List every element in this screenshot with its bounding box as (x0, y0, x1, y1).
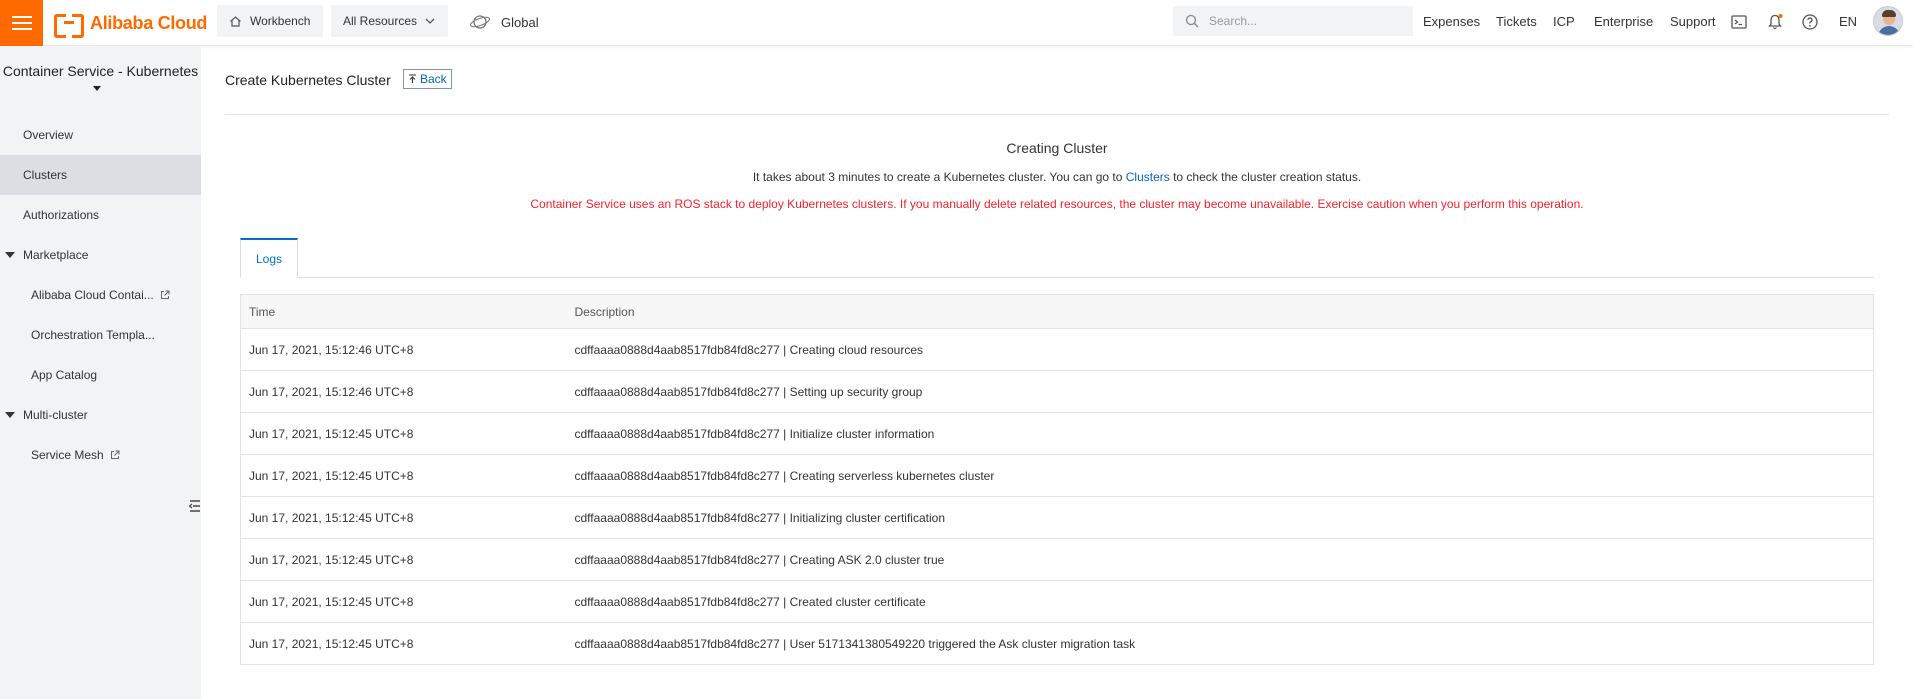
column-header-description: Description (566, 294, 1874, 329)
divider (225, 114, 1889, 115)
sidebar-item-label: Overview (23, 128, 74, 142)
table-row: Jun 17, 2021, 15:12:46 UTC+8 cdffaaaa0888… (240, 328, 1874, 371)
status-desc-text-end: to check the cluster creation status. (1169, 170, 1362, 184)
chevron-down-icon (425, 18, 435, 24)
workbench-label: Workbench (250, 14, 311, 28)
tickets-link[interactable]: Tickets (1496, 14, 1537, 29)
caret-down-icon[interactable] (93, 86, 101, 91)
sidebar-group-marketplace[interactable]: Marketplace (0, 235, 201, 275)
table-row: Jun 17, 2021, 15:12:45 UTC+8 cdffaaaa0888… (240, 496, 1874, 539)
log-time: Jun 17, 2021, 15:12:45 UTC+8 (240, 622, 567, 665)
log-time: Jun 17, 2021, 15:12:46 UTC+8 (240, 370, 567, 413)
clusters-link[interactable]: Clusters (1126, 170, 1170, 184)
all-resources-label: All Resources (343, 14, 418, 28)
table-row: Jun 17, 2021, 15:12:45 UTC+8 cdffaaaa0888… (240, 580, 1874, 623)
log-time: Jun 17, 2021, 15:12:45 UTC+8 (240, 580, 567, 623)
sidebar-item-orchestration-templates[interactable]: Orchestration Templa... (0, 315, 201, 355)
sidebar-item-alibaba-cloud-container-registry[interactable]: Alibaba Cloud Contai... (0, 275, 201, 315)
caret-down-icon (5, 252, 15, 258)
logo-mark-icon (54, 14, 84, 38)
sidebar-item-label: Marketplace (23, 248, 89, 262)
top-bar: Alibaba Cloud Workbench All Resources Gl… (0, 0, 1913, 46)
icp-link[interactable]: ICP (1553, 14, 1575, 29)
sidebar-item-service-mesh[interactable]: Service Mesh (0, 435, 201, 475)
back-label: Back (420, 72, 447, 86)
status-desc-text: It takes about 3 minutes to create a Kub… (752, 170, 1126, 184)
collapse-sidebar-icon[interactable] (189, 499, 201, 513)
warning-message: Container Service uses an ROS stack to d… (530, 197, 1584, 211)
support-link[interactable]: Support (1670, 14, 1716, 29)
table-row: Jun 17, 2021, 15:12:46 UTC+8 cdffaaaa0888… (240, 370, 1874, 413)
log-description: cdffaaaa0888d4aab8517fdb84fd8c277 | Init… (566, 496, 1874, 539)
logs-table: Time Description Jun 17, 2021, 15:12:46 … (240, 294, 1874, 665)
expenses-link[interactable]: Expenses (1423, 14, 1480, 29)
log-time: Jun 17, 2021, 15:12:46 UTC+8 (240, 328, 567, 371)
sidebar-item-label: Alibaba Cloud Contai... (31, 288, 154, 302)
sidebar: Container Service - Kubernetes Overview … (0, 47, 201, 699)
sidebar-item-clusters[interactable]: Clusters (0, 155, 201, 195)
region-label: Global (501, 14, 539, 30)
brand-name: Alibaba Cloud (90, 12, 208, 33)
log-description: cdffaaaa0888d4aab8517fdb84fd8c277 | Crea… (566, 454, 1874, 497)
search-input[interactable] (1209, 14, 1399, 28)
table-row: Jun 17, 2021, 15:12:45 UTC+8 cdffaaaa0888… (240, 412, 1874, 455)
terminal-icon[interactable] (1730, 13, 1748, 31)
log-description: cdffaaaa0888d4aab8517fdb84fd8c277 | Init… (566, 412, 1874, 455)
sidebar-item-label: Authorizations (23, 208, 100, 222)
log-description: cdffaaaa0888d4aab8517fdb84fd8c277 | Crea… (566, 328, 1874, 371)
sidebar-item-overview[interactable]: Overview (0, 115, 201, 155)
sidebar-group-multi-cluster[interactable]: Multi-cluster (0, 395, 201, 435)
table-row: Jun 17, 2021, 15:12:45 UTC+8 cdffaaaa0888… (240, 622, 1874, 665)
avatar[interactable] (1873, 6, 1903, 36)
status-title: Creating Cluster (1006, 140, 1108, 156)
all-resources-dropdown[interactable]: All Resources (331, 5, 448, 37)
tab-bar: Logs (240, 238, 1874, 278)
table-header-row: Time Description (240, 294, 1874, 329)
sidebar-item-authorizations[interactable]: Authorizations (0, 195, 201, 235)
external-link-icon (160, 290, 170, 299)
log-time: Jun 17, 2021, 15:12:45 UTC+8 (240, 412, 567, 455)
workbench-button[interactable]: Workbench (217, 5, 323, 37)
globe-icon (469, 15, 491, 29)
caret-down-icon (5, 412, 15, 418)
tab-logs[interactable]: Logs (240, 238, 298, 278)
log-time: Jun 17, 2021, 15:12:45 UTC+8 (240, 538, 567, 581)
search-icon (1185, 14, 1199, 28)
menu-icon[interactable] (0, 0, 43, 46)
back-button[interactable]: Back (403, 69, 452, 89)
enterprise-link[interactable]: Enterprise (1594, 14, 1653, 29)
page-title: Create Kubernetes Cluster (225, 72, 391, 88)
sidebar-item-label: Clusters (23, 168, 68, 182)
sidebar-item-label: Multi-cluster (23, 408, 88, 422)
sidebar-item-label: App Catalog (31, 368, 98, 382)
bell-icon[interactable] (1766, 13, 1784, 31)
sidebar-item-app-catalog[interactable]: App Catalog (0, 355, 201, 395)
language-switch[interactable]: EN (1839, 14, 1857, 29)
sidebar-item-label: Orchestration Templa... (31, 328, 155, 342)
alibaba-cloud-logo[interactable]: Alibaba Cloud (54, 11, 208, 38)
back-arrow-icon (409, 74, 416, 83)
external-link-icon (110, 450, 120, 459)
sidebar-item-label: Service Mesh (31, 448, 104, 462)
table-row: Jun 17, 2021, 15:12:45 UTC+8 cdffaaaa0888… (240, 538, 1874, 581)
home-icon (230, 15, 241, 27)
help-icon[interactable] (1801, 13, 1819, 31)
log-description: cdffaaaa0888d4aab8517fdb84fd8c277 | Crea… (566, 538, 1874, 581)
log-description: cdffaaaa0888d4aab8517fdb84fd8c277 | Sett… (566, 370, 1874, 413)
table-row: Jun 17, 2021, 15:12:45 UTC+8 cdffaaaa0888… (240, 454, 1874, 497)
log-description: cdffaaaa0888d4aab8517fdb84fd8c277 | Crea… (566, 580, 1874, 623)
log-time: Jun 17, 2021, 15:12:45 UTC+8 (240, 454, 567, 497)
product-title[interactable]: Container Service - Kubernetes (0, 63, 201, 79)
log-time: Jun 17, 2021, 15:12:45 UTC+8 (240, 496, 567, 539)
column-header-time: Time (240, 294, 567, 329)
status-description: It takes about 3 minutes to create a Kub… (225, 170, 1889, 184)
search-box[interactable] (1173, 6, 1413, 36)
log-description: cdffaaaa0888d4aab8517fdb84fd8c277 | User… (566, 622, 1874, 665)
region-selector[interactable]: Global (469, 10, 539, 34)
